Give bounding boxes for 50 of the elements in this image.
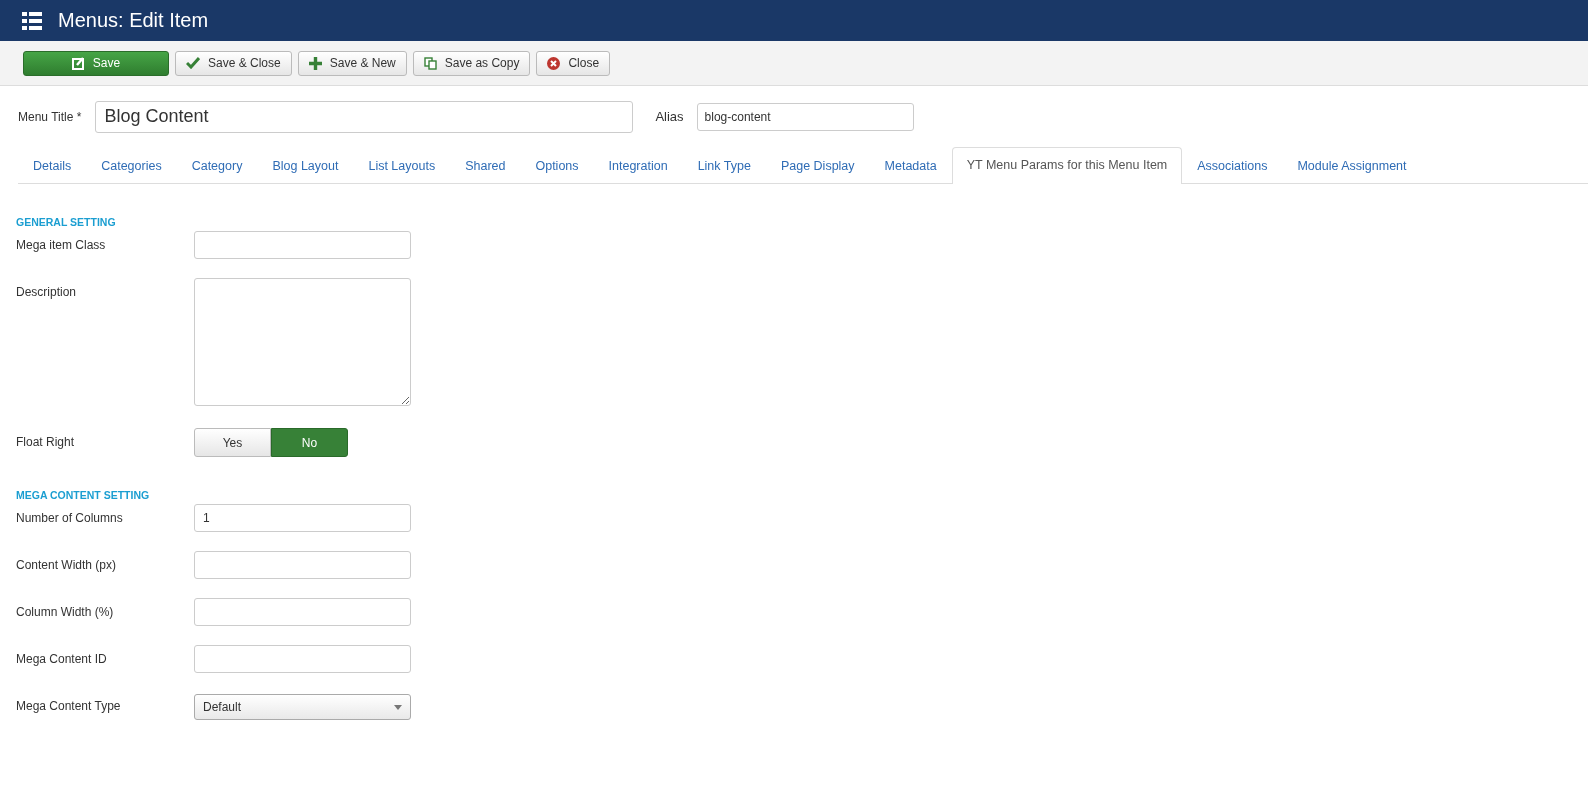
toolbar-button[interactable]: Save: [23, 50, 169, 76]
tab[interactable]: Blog Layout: [257, 148, 354, 184]
field-label: Menu Title *: [18, 109, 82, 124]
tab[interactable]: Shared: [450, 148, 521, 184]
tab[interactable]: Integration: [593, 148, 683, 184]
section-heading: GENERAL SETTING: [16, 215, 117, 230]
tab[interactable]: Associations: [1182, 148, 1283, 184]
section-heading: MEGA CONTENT SETTING: [16, 488, 151, 503]
field-label: Content Width (px): [16, 557, 118, 572]
toolbar-button[interactable]: Save as Copy: [412, 50, 531, 76]
tab[interactable]: Page Display: [765, 148, 870, 184]
tab[interactable]: Options: [520, 148, 594, 184]
tab[interactable]: List Layouts: [353, 148, 451, 184]
edit-icon: [71, 56, 85, 70]
field-label: Mega item Class: [16, 237, 107, 252]
close-icon: [547, 56, 561, 70]
tab[interactable]: Category: [176, 148, 258, 184]
tab[interactable]: YT Menu Params for this Menu Item: [951, 147, 1183, 184]
toggle-option[interactable]: Yes: [194, 428, 271, 457]
textarea-field[interactable]: [194, 278, 411, 406]
list-icon: [22, 11, 42, 30]
tab[interactable]: Categories: [86, 148, 177, 184]
toolbar-button[interactable]: Save & Close: [175, 50, 292, 76]
text-field[interactable]: [194, 231, 411, 259]
text-field[interactable]: [194, 645, 411, 673]
toggle-option[interactable]: No: [271, 428, 348, 457]
toolbar-button[interactable]: Close: [536, 50, 611, 76]
text-field[interactable]: 1: [194, 504, 411, 532]
dropdown[interactable]: Default: [194, 694, 411, 720]
menu-title-field[interactable]: Blog Content: [95, 100, 634, 133]
field-label: Description: [16, 284, 78, 299]
page-title: Menus: Edit Item: [58, 9, 209, 32]
alias-field[interactable]: blog-content: [696, 102, 914, 131]
copy-icon: [423, 56, 437, 70]
field-label: Column Width (%): [16, 604, 115, 619]
field-label: Mega Content Type: [16, 698, 122, 713]
field-label: Alias: [655, 109, 684, 124]
tab[interactable]: Metadata: [869, 148, 952, 184]
tab[interactable]: Details: [18, 148, 87, 184]
field-label: Mega Content ID: [16, 651, 108, 666]
caret-icon: [394, 704, 402, 710]
checkmark-icon: [186, 57, 200, 69]
field-label: Number of Columns: [16, 510, 124, 525]
text-field[interactable]: [194, 598, 411, 626]
text-field[interactable]: [194, 551, 411, 579]
tab[interactable]: Link Type: [682, 148, 766, 184]
tab[interactable]: Module Assignment: [1282, 148, 1422, 184]
plus-icon: [308, 56, 322, 70]
field-label: Float Right: [16, 434, 76, 449]
toolbar-button[interactable]: Save & New: [297, 50, 407, 76]
